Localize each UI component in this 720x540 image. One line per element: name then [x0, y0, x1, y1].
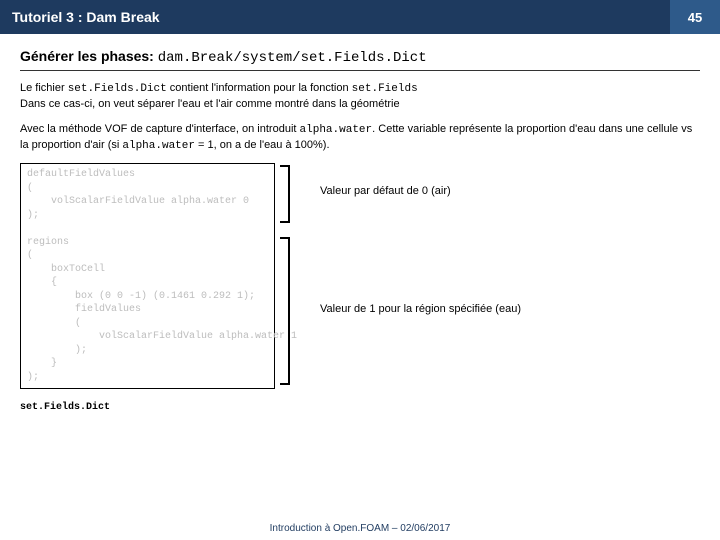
p2-t1: Avec la méthode VOF de capture d'interfa… [20, 123, 300, 135]
annotation-default: Valeur par défaut de 0 (air) [320, 185, 451, 197]
annotation-region: Valeur de 1 pour la région spécifiée (ea… [320, 303, 521, 315]
bracket-icon [280, 165, 290, 223]
code-caption: set.Fields.Dict [20, 402, 110, 413]
slide-body: Générer les phases: dam.Break/system/set… [0, 34, 720, 413]
slide-header: Tutoriel 3 : Dam Break 45 [0, 0, 720, 34]
heading-prefix: Générer les phases: [20, 48, 158, 64]
code-diagram: defaultFieldValues ( volScalarFieldValue… [20, 163, 700, 413]
p1-t2: contient l'information pour la fonction [167, 82, 352, 94]
section-heading: Générer les phases: dam.Break/system/set… [20, 48, 700, 71]
code-block: defaultFieldValues ( volScalarFieldValue… [20, 163, 275, 389]
heading-path: dam.Break/system/set.Fields.Dict [158, 50, 427, 66]
slide-title: Tutoriel 3 : Dam Break [0, 0, 670, 34]
slide-footer: Introduction à Open.FOAM – 02/06/2017 [0, 523, 720, 534]
p2-t3: = 1, on a de l'eau à 100%). [195, 139, 330, 151]
p2-m1: alpha.water [300, 124, 373, 136]
p1-m2: set.Fields [352, 83, 418, 95]
p1-t3: Dans ce cas-ci, on veut séparer l'eau et… [20, 98, 400, 110]
p1-m1: set.Fields.Dict [68, 83, 167, 95]
page-number: 45 [670, 0, 720, 34]
p1-t1: Le fichier [20, 82, 68, 94]
paragraph-2: Avec la méthode VOF de capture d'interfa… [20, 122, 700, 154]
bracket-icon [280, 237, 290, 385]
p2-m2: alpha.water [122, 140, 195, 152]
paragraph-1: Le fichier set.Fields.Dict contient l'in… [20, 81, 700, 112]
